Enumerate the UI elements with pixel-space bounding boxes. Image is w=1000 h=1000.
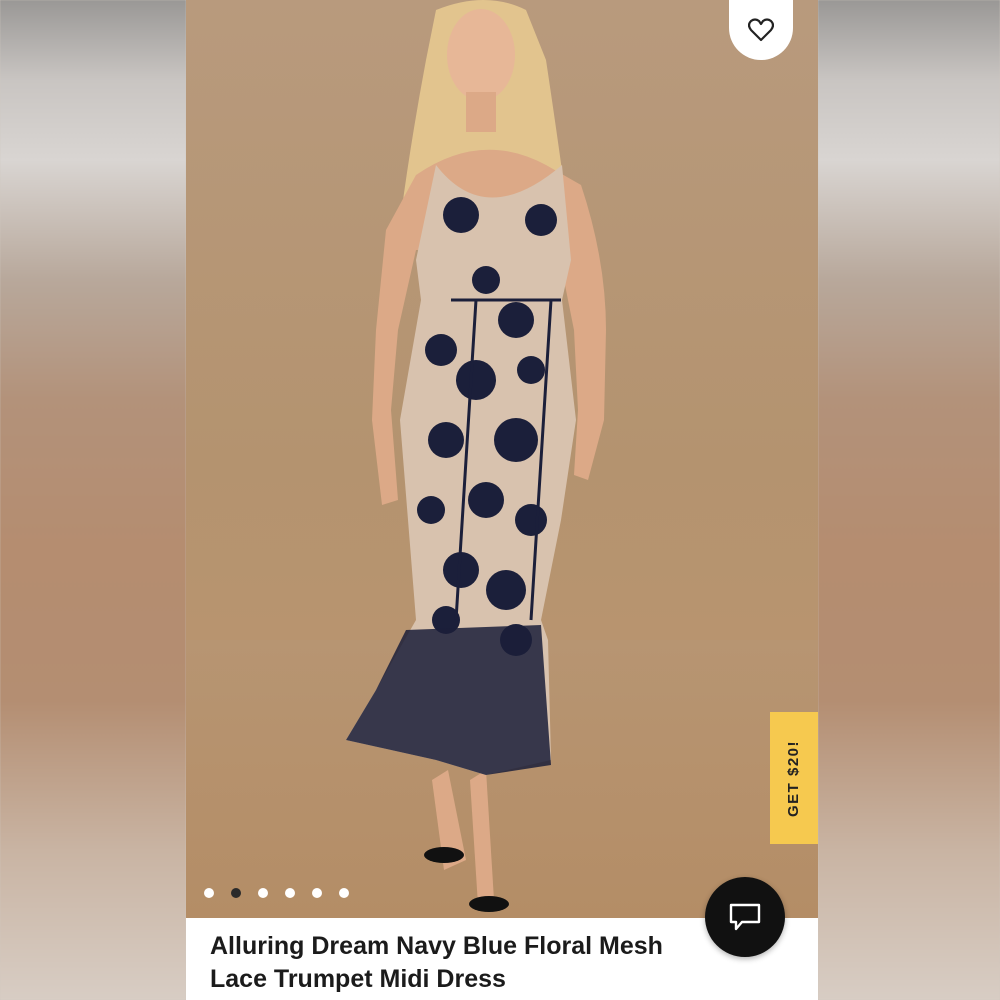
heart-outline-icon	[748, 18, 774, 42]
carousel-dot-active[interactable]	[231, 888, 241, 898]
promo-label: GET $20!	[785, 739, 803, 817]
blurred-backdrop-left	[0, 0, 186, 1000]
promo-tab[interactable]: GET $20!	[770, 712, 818, 844]
screenshot-frame: GET $20! Alluring Dream Navy Blue Floral…	[0, 0, 1000, 1000]
model-figure	[346, 0, 606, 912]
carousel-dot[interactable]	[258, 888, 268, 898]
product-image[interactable]: GET $20!	[186, 0, 818, 918]
carousel-dot[interactable]	[285, 888, 295, 898]
carousel-dot[interactable]	[204, 888, 214, 898]
product-page: GET $20! Alluring Dream Navy Blue Floral…	[186, 0, 818, 1000]
carousel-indicator	[204, 888, 349, 898]
carousel-dot[interactable]	[339, 888, 349, 898]
blurred-backdrop-right	[818, 0, 1000, 1000]
chat-button[interactable]	[705, 877, 785, 957]
chat-bubble-icon	[729, 903, 761, 931]
product-title: Alluring Dream Navy Blue Floral Mesh Lac…	[210, 932, 663, 993]
carousel-dot[interactable]	[312, 888, 322, 898]
